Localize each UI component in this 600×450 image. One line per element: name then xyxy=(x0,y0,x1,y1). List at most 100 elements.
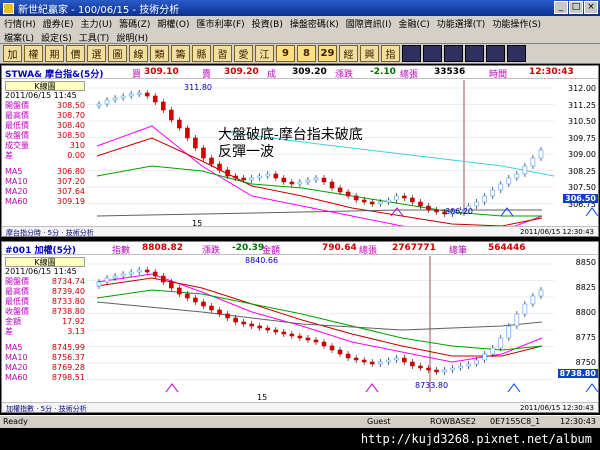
info-row: MA10 8756.37 xyxy=(5,353,85,363)
menu-item[interactable]: 檔案(L) xyxy=(4,31,34,44)
volume-label: 總張 xyxy=(359,246,378,256)
candle xyxy=(506,325,512,339)
toolbar-button[interactable]: 類 xyxy=(150,45,169,62)
toolbar-button[interactable] xyxy=(486,45,505,62)
candle xyxy=(257,175,263,179)
menu-item[interactable]: 操盤密碼(K) xyxy=(290,17,339,30)
change-label: 漲跌 xyxy=(202,246,221,256)
menu-item[interactable]: 功能操作(S) xyxy=(492,17,541,30)
info-value: 8734.74 xyxy=(51,277,85,286)
toolbar-button[interactable]: 9 xyxy=(276,45,295,62)
menu-item[interactable]: 說明(H) xyxy=(116,31,148,44)
candle xyxy=(329,181,335,189)
menu-item[interactable]: 籌碼(Z) xyxy=(119,17,150,30)
ma-line-2 xyxy=(96,165,542,217)
candle xyxy=(281,177,287,183)
toolbar-button[interactable]: 江 xyxy=(255,45,274,62)
candle xyxy=(313,177,319,181)
candle xyxy=(217,309,222,315)
y-tick-label: 8825 xyxy=(575,283,596,292)
toolbar-button[interactable]: 籌 xyxy=(171,45,190,62)
menu-item[interactable]: 匯市利率(F) xyxy=(196,17,244,30)
info-value: 308.70 xyxy=(57,111,85,120)
candle xyxy=(233,175,238,179)
y-tick-label: 8775 xyxy=(575,333,596,342)
info-row: 收盤價 308.50 xyxy=(5,131,85,141)
ma-line-3 xyxy=(96,209,542,217)
toolbar-button[interactable] xyxy=(507,45,526,62)
info-row: MA20 8769.28 xyxy=(5,363,85,373)
status-ready: Ready xyxy=(3,417,28,426)
candle xyxy=(482,353,488,361)
ohlc-rows: 開盤價 8734.74 最高價 8739.40 最低價 8733.80 收盤價 8738.80… xyxy=(5,277,85,337)
toolbar-button[interactable]: 價 xyxy=(66,45,85,62)
candle xyxy=(193,137,198,149)
menu-item[interactable]: 國際資訊(I) xyxy=(346,17,392,30)
candle xyxy=(120,273,126,277)
candlestick-chart-2[interactable]: 8840.66 8733.80 15 xyxy=(2,242,598,412)
toolbar-button[interactable] xyxy=(423,45,442,62)
candle xyxy=(434,209,439,213)
toolbar-button[interactable] xyxy=(444,45,463,62)
toolbar-button[interactable]: 圖 xyxy=(108,45,127,62)
signal-marker xyxy=(585,207,598,217)
toolbar-button[interactable]: 線 xyxy=(129,45,148,62)
menu-item[interactable]: 設定(S) xyxy=(41,31,72,44)
info-key: 開盤價 xyxy=(5,101,29,110)
candle xyxy=(160,101,166,111)
toolbar-button[interactable] xyxy=(465,45,484,62)
candle xyxy=(466,363,471,367)
toolbar-button[interactable] xyxy=(402,45,421,62)
candle xyxy=(377,201,383,205)
candle xyxy=(498,183,504,191)
candle xyxy=(458,365,463,369)
menu-item[interactable]: 行情(H) xyxy=(4,17,36,30)
candle xyxy=(225,169,230,177)
toolbar-button[interactable]: 愛 xyxy=(234,45,253,62)
menu-item[interactable]: 期權(O) xyxy=(157,17,189,30)
info-key: 金額 xyxy=(5,317,21,326)
change-label: 漲跌 xyxy=(335,70,354,80)
toolbar-button[interactable]: 指 xyxy=(381,45,400,62)
menu-item[interactable]: 金融(C) xyxy=(398,17,429,30)
close-button[interactable]: × xyxy=(584,1,598,14)
info-value: 8756.37 xyxy=(51,353,85,362)
toolbar-button[interactable]: 8 xyxy=(297,45,316,62)
toolbar-button[interactable]: 加 xyxy=(3,45,22,62)
candle xyxy=(394,357,399,361)
ma-line-3 xyxy=(96,301,543,331)
candle xyxy=(418,365,423,369)
last-value: 309.20 xyxy=(292,67,327,77)
toolbar-button[interactable]: 習 xyxy=(213,45,232,62)
menu-item[interactable]: 工具(T) xyxy=(79,31,110,44)
menu-item[interactable]: 功能選擇(T) xyxy=(437,17,486,30)
toolbar-button[interactable]: 縣 xyxy=(192,45,211,62)
watermark-url: http://kujd3268.pixnet.net/album xyxy=(0,428,600,450)
candle xyxy=(410,197,415,203)
candle xyxy=(313,339,319,343)
signal-marker xyxy=(585,383,598,393)
maximize-button[interactable]: □ xyxy=(569,1,583,14)
info-key: 差 xyxy=(5,327,13,336)
toolbar-button[interactable]: 期 xyxy=(45,45,64,62)
menu-item[interactable]: 主力(U) xyxy=(81,17,113,30)
menu-item[interactable]: 投資(B) xyxy=(252,17,283,30)
menu-item[interactable]: 證券(E) xyxy=(43,17,74,30)
price-marker-label: 306.20 xyxy=(445,207,473,216)
toolbar-button[interactable]: 興 xyxy=(360,45,379,62)
toolbar-button[interactable]: 選 xyxy=(87,45,106,62)
info-value: 307.20 xyxy=(57,177,85,186)
quote-header: #001 加權(5分) 指數 8808.82 漲跌 -20.39 金額 790.… xyxy=(2,242,598,256)
minimize-button[interactable]: _ xyxy=(554,1,568,14)
toolbar-button[interactable]: 經 xyxy=(339,45,358,62)
toolbar-button[interactable]: 權 xyxy=(24,45,43,62)
candle xyxy=(128,271,134,275)
toolbar-button[interactable]: 29 xyxy=(318,45,337,62)
candle xyxy=(112,275,118,279)
title-bar: 新世紀贏家 - 100/06/15 - 技術分析 _ □ × xyxy=(0,0,600,16)
change-value: -2.10 xyxy=(370,67,396,77)
chart-panel-taiex[interactable]: 8840.66 8733.80 15 #001 加權(5分) 指數 8808.82 … xyxy=(1,241,599,413)
app-icon xyxy=(3,2,14,14)
candle xyxy=(450,367,455,371)
info-value: 306.80 xyxy=(57,167,85,176)
